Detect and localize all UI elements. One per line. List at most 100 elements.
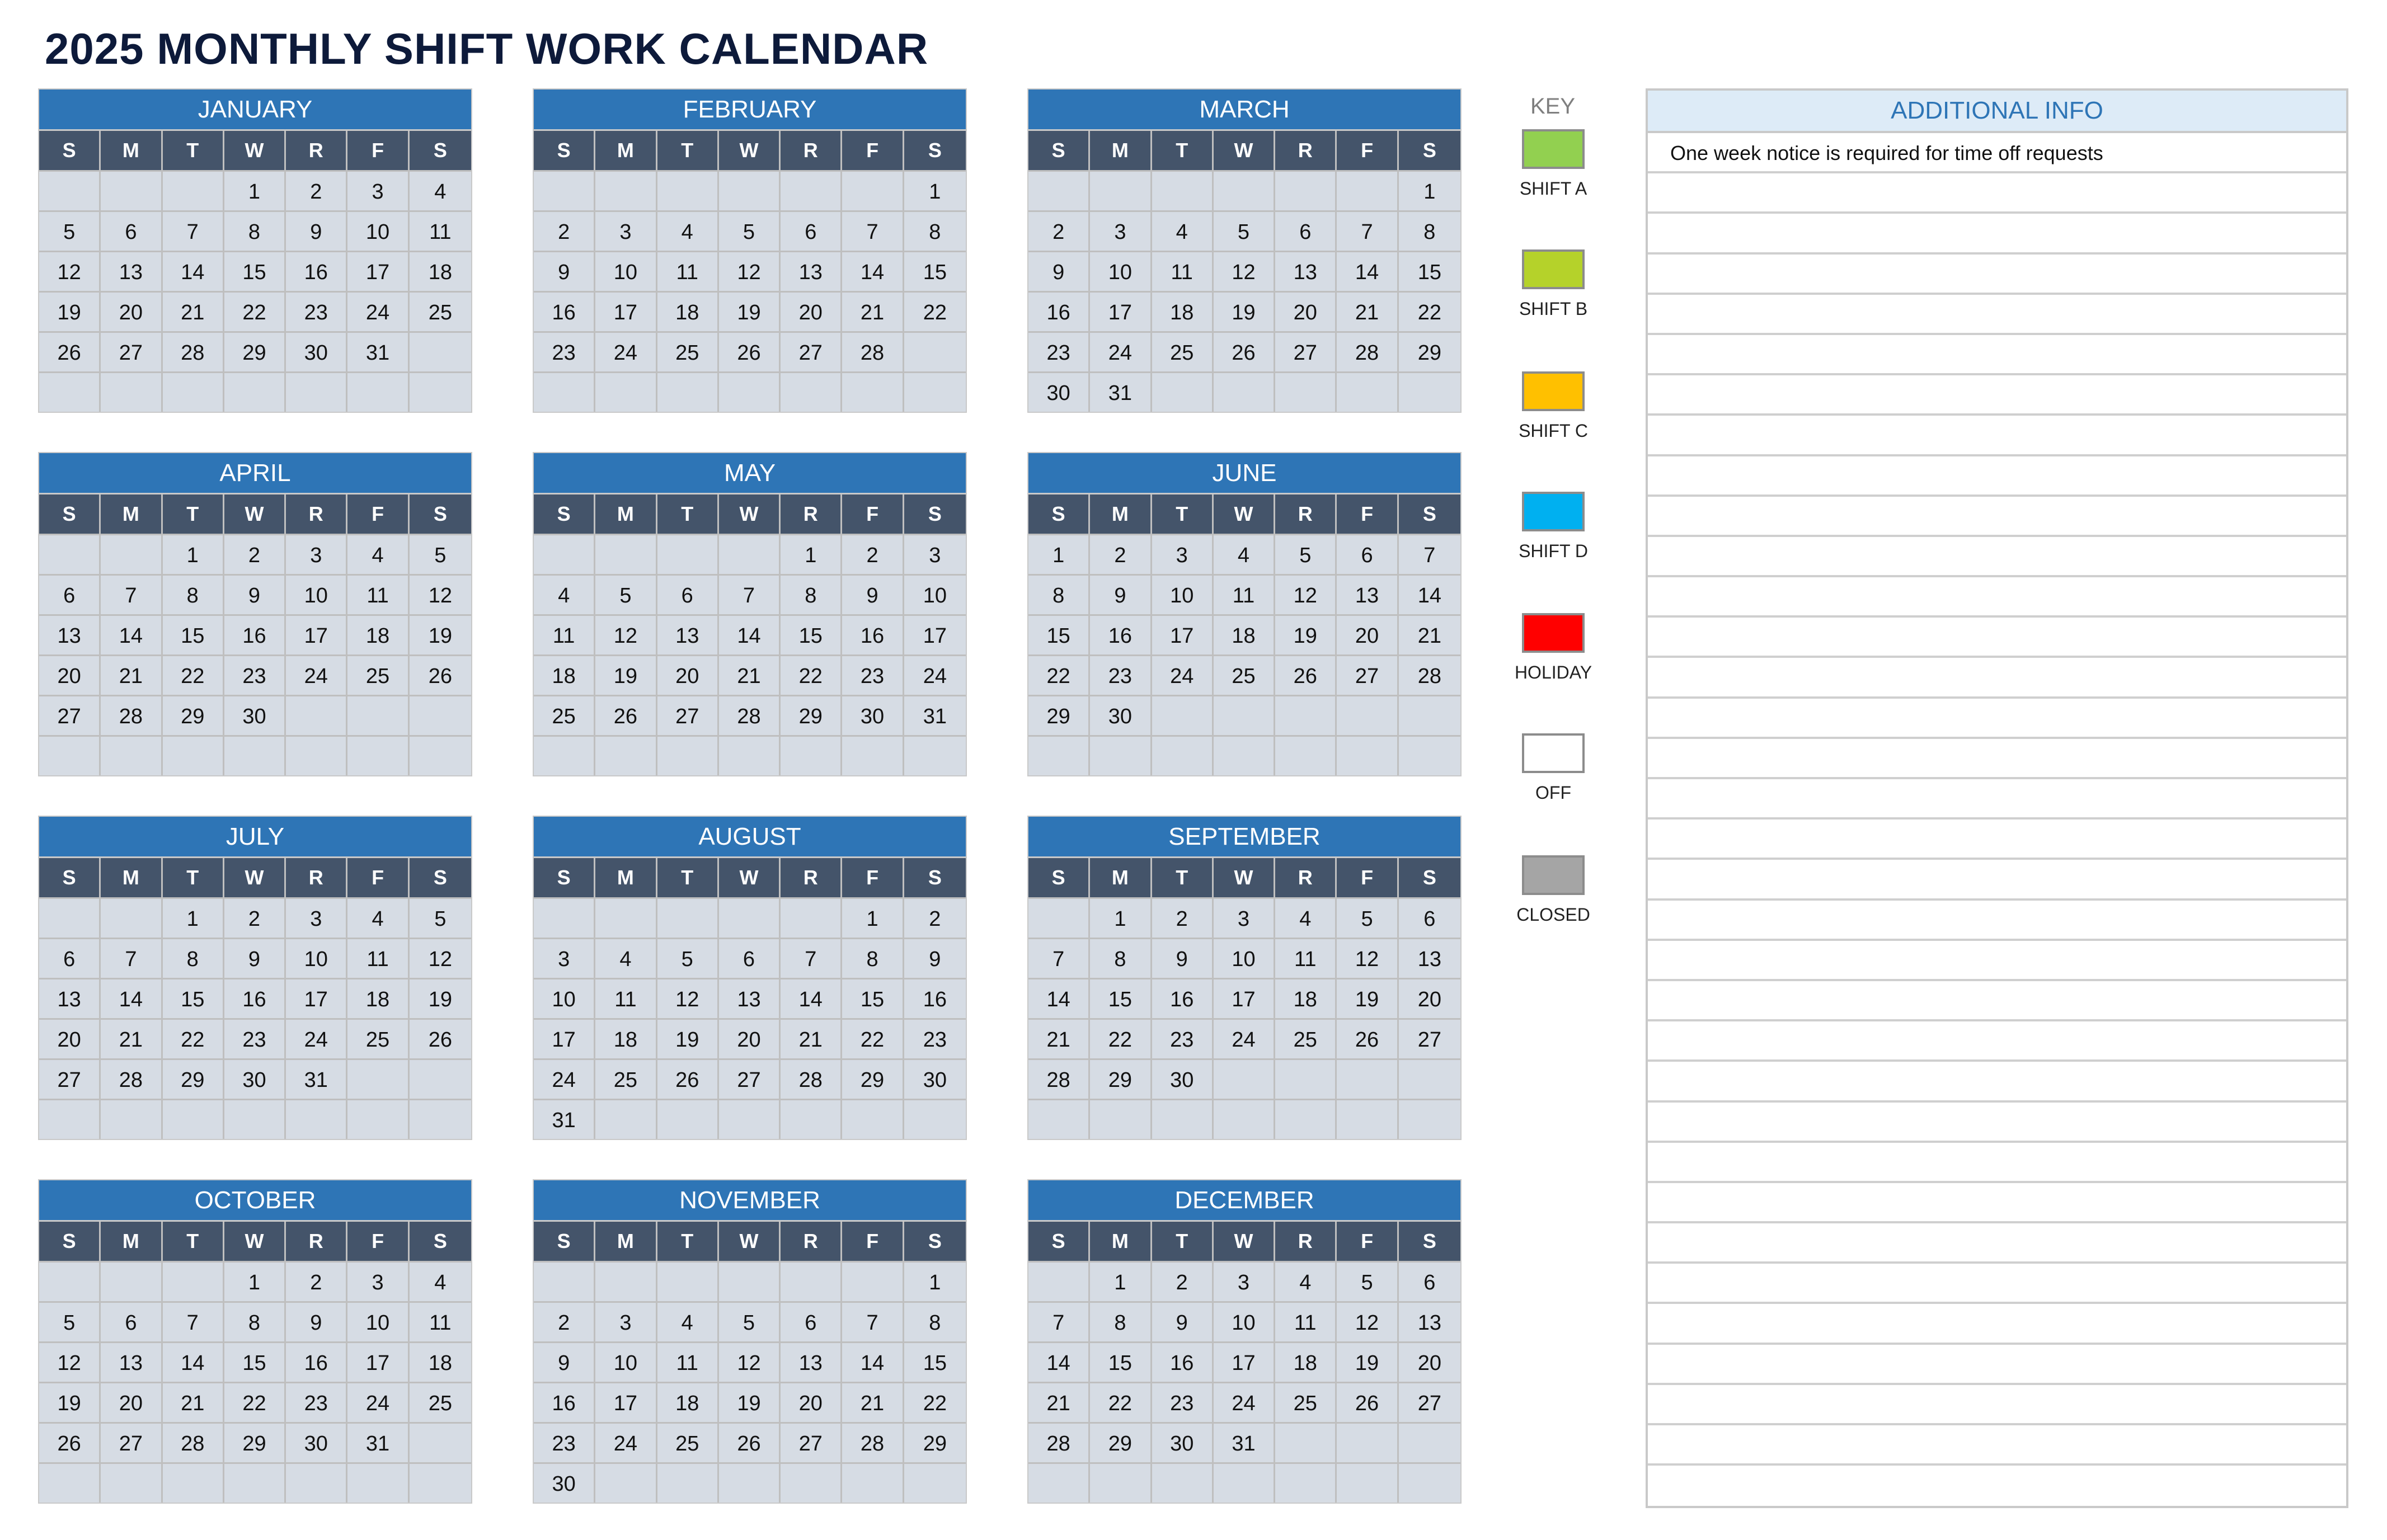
info-row[interactable] <box>1648 375 2346 416</box>
day-cell[interactable]: 25 <box>1275 1018 1337 1058</box>
info-row[interactable] <box>1648 699 2346 739</box>
day-cell[interactable]: 28 <box>842 1422 904 1462</box>
day-cell[interactable]: 2 <box>842 534 904 574</box>
day-cell[interactable] <box>1028 1462 1091 1503</box>
day-cell[interactable]: 18 <box>595 1018 657 1058</box>
day-cell[interactable]: 18 <box>409 1341 471 1382</box>
info-row[interactable] <box>1648 1103 2346 1143</box>
day-cell[interactable] <box>1213 1462 1276 1503</box>
day-cell[interactable] <box>1028 1261 1091 1301</box>
day-cell[interactable] <box>1275 371 1337 412</box>
day-cell[interactable]: 5 <box>718 1301 781 1341</box>
day-cell[interactable]: 27 <box>101 1422 163 1462</box>
day-cell[interactable]: 5 <box>718 210 781 251</box>
day-cell[interactable]: 6 <box>101 210 163 251</box>
day-cell[interactable]: 3 <box>286 897 348 938</box>
day-cell[interactable]: 7 <box>101 574 163 614</box>
day-cell[interactable] <box>1337 170 1399 210</box>
info-row[interactable] <box>1648 173 2346 214</box>
day-cell[interactable] <box>1152 371 1214 412</box>
day-cell[interactable]: 7 <box>1398 534 1460 574</box>
day-cell[interactable]: 18 <box>347 978 410 1018</box>
day-cell[interactable]: 5 <box>39 1301 101 1341</box>
day-cell[interactable]: 8 <box>904 1301 966 1341</box>
day-cell[interactable]: 8 <box>1090 1301 1152 1341</box>
day-cell[interactable]: 22 <box>904 291 966 331</box>
day-cell[interactable]: 23 <box>842 654 904 695</box>
day-cell[interactable] <box>1028 897 1091 938</box>
day-cell[interactable]: 24 <box>904 654 966 695</box>
day-cell[interactable]: 18 <box>1275 978 1337 1018</box>
day-cell[interactable]: 2 <box>286 1261 348 1301</box>
day-cell[interactable]: 25 <box>595 1058 657 1099</box>
day-cell[interactable]: 3 <box>1213 1261 1276 1301</box>
day-cell[interactable] <box>162 371 224 412</box>
day-cell[interactable] <box>595 170 657 210</box>
day-cell[interactable]: 16 <box>534 291 596 331</box>
day-cell[interactable]: 12 <box>1213 251 1276 291</box>
day-cell[interactable]: 27 <box>781 1422 843 1462</box>
day-cell[interactable]: 4 <box>347 897 410 938</box>
info-row[interactable] <box>1648 1425 2346 1466</box>
day-cell[interactable]: 11 <box>409 1301 471 1341</box>
day-cell[interactable] <box>1213 371 1276 412</box>
day-cell[interactable] <box>534 170 596 210</box>
day-cell[interactable] <box>1337 371 1399 412</box>
day-cell[interactable]: 16 <box>224 978 286 1018</box>
day-cell[interactable] <box>224 1099 286 1139</box>
day-cell[interactable]: 16 <box>1028 291 1091 331</box>
day-cell[interactable]: 24 <box>595 331 657 371</box>
day-cell[interactable]: 31 <box>347 1422 410 1462</box>
day-cell[interactable]: 19 <box>595 654 657 695</box>
day-cell[interactable]: 15 <box>781 614 843 654</box>
day-cell[interactable] <box>781 371 843 412</box>
day-cell[interactable]: 12 <box>1337 938 1399 978</box>
day-cell[interactable]: 28 <box>1028 1422 1091 1462</box>
day-cell[interactable]: 29 <box>781 695 843 735</box>
day-cell[interactable]: 5 <box>409 534 471 574</box>
day-cell[interactable]: 5 <box>409 897 471 938</box>
day-cell[interactable]: 14 <box>162 251 224 291</box>
day-cell[interactable]: 27 <box>39 1058 101 1099</box>
day-cell[interactable]: 23 <box>534 1422 596 1462</box>
day-cell[interactable]: 17 <box>534 1018 596 1058</box>
day-cell[interactable]: 10 <box>347 1301 410 1341</box>
day-cell[interactable] <box>224 735 286 775</box>
day-cell[interactable]: 14 <box>162 1341 224 1382</box>
day-cell[interactable]: 12 <box>409 938 471 978</box>
day-cell[interactable]: 14 <box>101 614 163 654</box>
day-cell[interactable]: 27 <box>39 695 101 735</box>
day-cell[interactable]: 30 <box>224 695 286 735</box>
day-cell[interactable]: 7 <box>162 210 224 251</box>
day-cell[interactable]: 25 <box>534 695 596 735</box>
day-cell[interactable]: 21 <box>781 1018 843 1058</box>
day-cell[interactable]: 30 <box>224 1058 286 1099</box>
day-cell[interactable] <box>904 735 966 775</box>
day-cell[interactable] <box>39 735 101 775</box>
day-cell[interactable] <box>1213 170 1276 210</box>
day-cell[interactable]: 30 <box>1028 371 1091 412</box>
day-cell[interactable] <box>595 1261 657 1301</box>
day-cell[interactable]: 20 <box>1398 1341 1460 1382</box>
day-cell[interactable]: 30 <box>842 695 904 735</box>
day-cell[interactable]: 26 <box>409 1018 471 1058</box>
day-cell[interactable]: 11 <box>657 1341 719 1382</box>
day-cell[interactable]: 13 <box>101 251 163 291</box>
day-cell[interactable] <box>595 735 657 775</box>
day-cell[interactable]: 4 <box>1213 534 1276 574</box>
day-cell[interactable]: 22 <box>904 1382 966 1422</box>
day-cell[interactable]: 23 <box>1028 331 1091 371</box>
info-row[interactable] <box>1648 497 2346 537</box>
day-cell[interactable]: 4 <box>657 1301 719 1341</box>
day-cell[interactable]: 30 <box>904 1058 966 1099</box>
info-row[interactable] <box>1648 295 2346 335</box>
day-cell[interactable]: 15 <box>224 251 286 291</box>
day-cell[interactable]: 13 <box>101 1341 163 1382</box>
day-cell[interactable]: 7 <box>1337 210 1399 251</box>
day-cell[interactable]: 16 <box>286 1341 348 1382</box>
day-cell[interactable] <box>1090 170 1152 210</box>
day-cell[interactable]: 17 <box>904 614 966 654</box>
day-cell[interactable]: 6 <box>781 210 843 251</box>
info-row[interactable] <box>1648 1264 2346 1304</box>
day-cell[interactable] <box>1398 1099 1460 1139</box>
